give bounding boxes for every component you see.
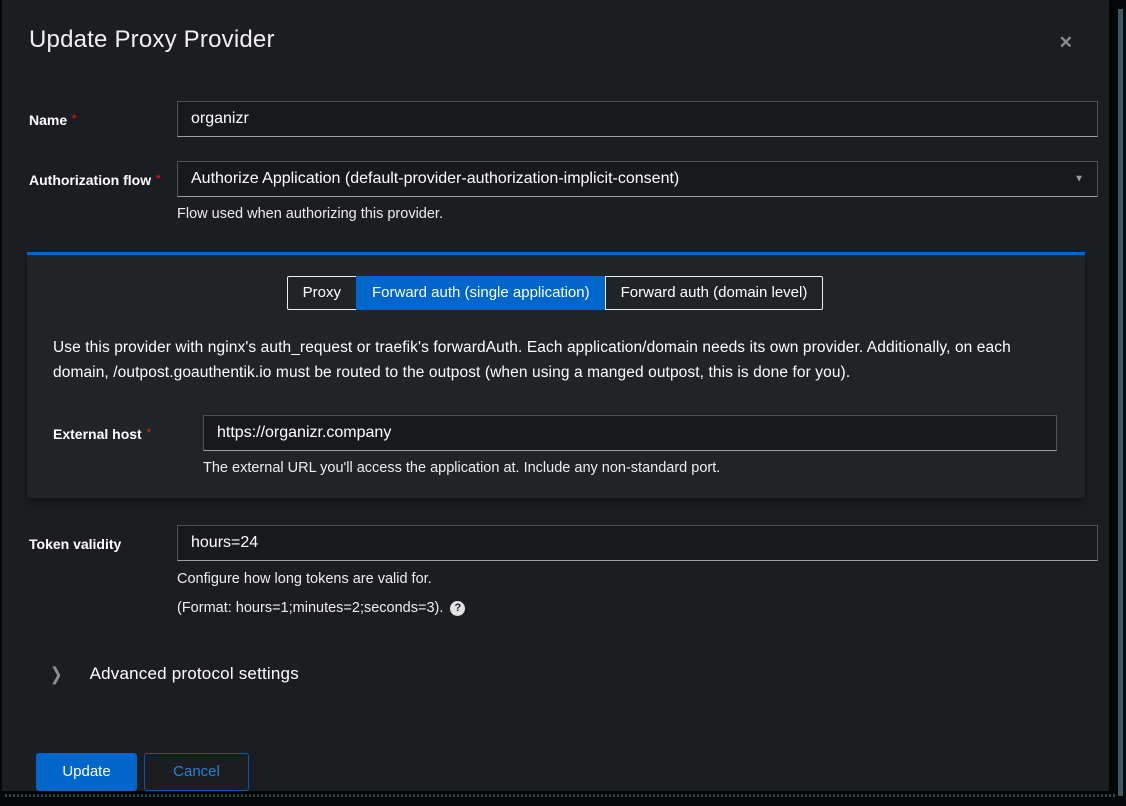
proxy-mode-tab-group: Proxy Forward auth (single application) … — [53, 276, 1057, 310]
modal-header: Update Proxy Provider ✕ — [2, 0, 1109, 54]
mode-description: Use this provider with nginx's auth_requ… — [53, 335, 1057, 386]
token-validity-format-help: (Format: hours=1;minutes=2;seconds=3). ? — [177, 599, 1098, 619]
token-validity-help: Configure how long tokens are valid for. — [177, 570, 1098, 590]
authorization-flow-help: Flow used when authorizing this provider… — [177, 205, 1098, 225]
modal-footer: Update Cancel — [36, 753, 1109, 791]
chevron-right-icon: ❯ — [50, 664, 63, 686]
authorization-flow-label: Authorization flow* — [29, 161, 177, 188]
required-asterisk: * — [147, 427, 151, 439]
modal-title: Update Proxy Provider — [29, 26, 275, 54]
chevron-down-icon: ▼ — [1074, 174, 1084, 185]
tab-forward-auth-single-application[interactable]: Forward auth (single application) — [356, 276, 606, 310]
help-icon[interactable]: ? — [450, 601, 465, 616]
advanced-protocol-settings-toggle[interactable]: ❯ Advanced protocol settings — [50, 664, 1109, 684]
token-validity-input[interactable] — [177, 525, 1098, 561]
name-input[interactable] — [177, 101, 1098, 137]
cancel-button[interactable]: Cancel — [144, 753, 249, 791]
required-asterisk: * — [72, 113, 76, 125]
external-host-label: External host* — [53, 415, 203, 442]
proxy-mode-card: Proxy Forward auth (single application) … — [27, 252, 1085, 499]
external-host-input[interactable] — [203, 415, 1057, 451]
token-validity-label: Token validity — [29, 525, 177, 552]
update-button[interactable]: Update — [36, 753, 137, 791]
page-edge-right — [1118, 9, 1123, 796]
advanced-protocol-settings-label: Advanced protocol settings — [90, 664, 299, 684]
external-host-help: The external URL you'll access the appli… — [203, 459, 1057, 479]
update-proxy-provider-modal: Update Proxy Provider ✕ Name* Authorizat… — [2, 0, 1109, 791]
page-edge-bottom — [5, 794, 1116, 797]
close-icon[interactable]: ✕ — [1059, 34, 1073, 51]
tab-forward-auth-domain-level[interactable]: Forward auth (domain level) — [605, 276, 824, 310]
authorization-flow-selected-value: Authorize Application (default-provider-… — [191, 170, 679, 188]
authorization-flow-select[interactable]: Authorize Application (default-provider-… — [177, 161, 1098, 197]
required-asterisk: * — [156, 173, 160, 185]
authorization-flow-row: Authorization flow* Authorize Applicatio… — [2, 161, 1109, 225]
token-validity-row: Token validity Configure how long tokens… — [2, 525, 1109, 618]
external-host-row: External host* The external URL you'll a… — [53, 415, 1057, 479]
tab-proxy[interactable]: Proxy — [287, 276, 357, 310]
name-label: Name* — [29, 101, 177, 128]
name-row: Name* — [2, 101, 1109, 137]
